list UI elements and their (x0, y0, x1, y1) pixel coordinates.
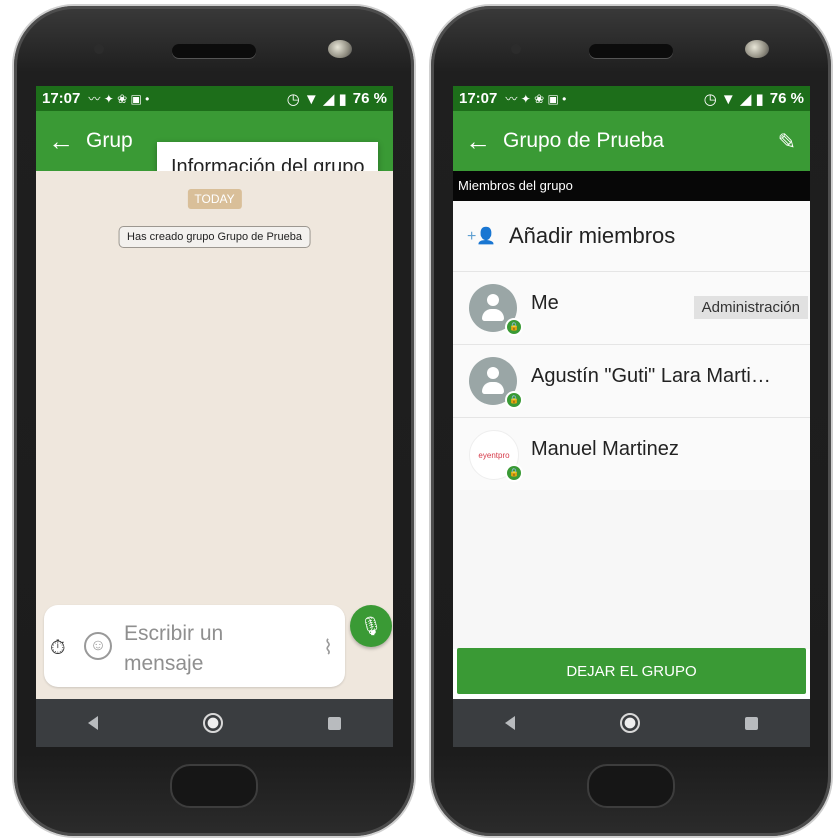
status-bar: 17:07 〰 ✦ ❀ ▣ • ◷ ▼ ◢ ▮ 76 % (453, 86, 810, 111)
screen-group-info: 17:07 〰 ✦ ❀ ▣ • ◷ ▼ ◢ ▮ 76 % ← Grupo de … (453, 86, 810, 747)
lock-icon: 🔒 (505, 318, 523, 336)
lock-icon: 🔒 (505, 464, 523, 482)
notification-icons: 〰 ✦ ❀ ▣ • (505, 92, 567, 106)
member-row[interactable]: 🔒 Me Administración (453, 272, 810, 345)
group-title: Grupo de Prueba (503, 129, 665, 152)
edit-icon[interactable]: ✎ (778, 129, 796, 155)
system-message: Has creado grupo Grupo de Prueba (118, 226, 311, 248)
nav-back-icon[interactable] (88, 716, 99, 730)
battery-level: 76 % (769, 90, 804, 107)
phone-left: 17:07 〰 ✦ ❀ ▣ • ◷ ▼ ◢ ▮ 76 % ← Grup Info… (14, 6, 414, 836)
nav-bar (36, 699, 393, 747)
system-icons: ◷ ▼ ◢ ▮ 76 % (703, 90, 804, 108)
logo-text: eyentpro (478, 451, 510, 460)
date-badge: TODAY (187, 189, 242, 209)
camera (328, 40, 352, 58)
member-name: Manuel Martinez (531, 438, 679, 460)
message-input[interactable]: Escribir un mensaje (124, 619, 264, 679)
earpiece (589, 44, 673, 58)
leave-group-button[interactable]: DEJAR EL GRUPO (457, 648, 806, 694)
nav-home-icon[interactable] (619, 713, 640, 733)
lock-icon: 🔒 (505, 391, 523, 409)
system-icons: ◷ ▼ ◢ ▮ 76 % (286, 90, 387, 108)
earpiece (172, 44, 256, 58)
emoji-icon[interactable]: ☺ (84, 632, 112, 660)
notification-icons: 〰 ✦ ❀ ▣ • (88, 92, 150, 106)
nav-recents-icon[interactable] (744, 716, 758, 730)
add-members-row[interactable]: +👤 Añadir miembros (453, 201, 810, 272)
camera (745, 40, 769, 58)
phone-right: 17:07 〰 ✦ ❀ ▣ • ◷ ▼ ◢ ▮ 76 % ← Grupo de … (431, 6, 831, 836)
message-input-bar[interactable]: ⏱ ☺ Escribir un mensaje ⌇ (44, 605, 345, 687)
back-arrow-icon[interactable]: ← (453, 111, 503, 171)
add-members-label: Añadir miembros (509, 223, 676, 248)
battery-level: 76 % (352, 90, 387, 107)
chat-area: TODAY Has creado grupo Grupo de Prueba ⏱… (36, 171, 393, 699)
nav-recents-icon[interactable] (327, 716, 341, 730)
member-name: Agustín "Guti" Lara Marti… (531, 365, 771, 387)
timer-icon[interactable]: ⏱ (50, 637, 66, 660)
back-arrow-icon[interactable]: ← (36, 111, 86, 171)
sensor (94, 44, 104, 54)
sensor (511, 44, 521, 54)
status-bar: 17:07 〰 ✦ ❀ ▣ • ◷ ▼ ◢ ▮ 76 % (36, 86, 393, 111)
nav-back-icon[interactable] (505, 716, 516, 730)
admin-badge: Administración (693, 296, 808, 319)
home-button (170, 764, 258, 808)
chat-title[interactable]: Grup (86, 129, 133, 153)
app-bar: ← Grup Información del grupo (36, 111, 393, 193)
status-time: 17:07 (42, 90, 81, 107)
member-row[interactable]: eyentpro 🔒 Manuel Martinez (453, 418, 810, 490)
members-header: Miembros del grupo (453, 171, 810, 201)
members-list: +👤 Añadir miembros 🔒 Me Administración 🔒… (453, 201, 810, 649)
attach-icon[interactable]: ⌇ (323, 635, 333, 660)
screen-chat: 17:07 〰 ✦ ❀ ▣ • ◷ ▼ ◢ ▮ 76 % ← Grup Info… (36, 86, 393, 747)
member-row[interactable]: 🔒 Agustín "Guti" Lara Marti… (453, 345, 810, 418)
nav-home-icon[interactable] (202, 713, 223, 733)
mic-icon[interactable]: 🎙 (350, 605, 392, 647)
status-time: 17:07 (459, 90, 498, 107)
nav-bar (453, 699, 810, 747)
add-person-icon: +👤 (467, 228, 497, 245)
app-bar: ← Grupo de Prueba ✎ (453, 111, 810, 171)
home-button (587, 764, 675, 808)
